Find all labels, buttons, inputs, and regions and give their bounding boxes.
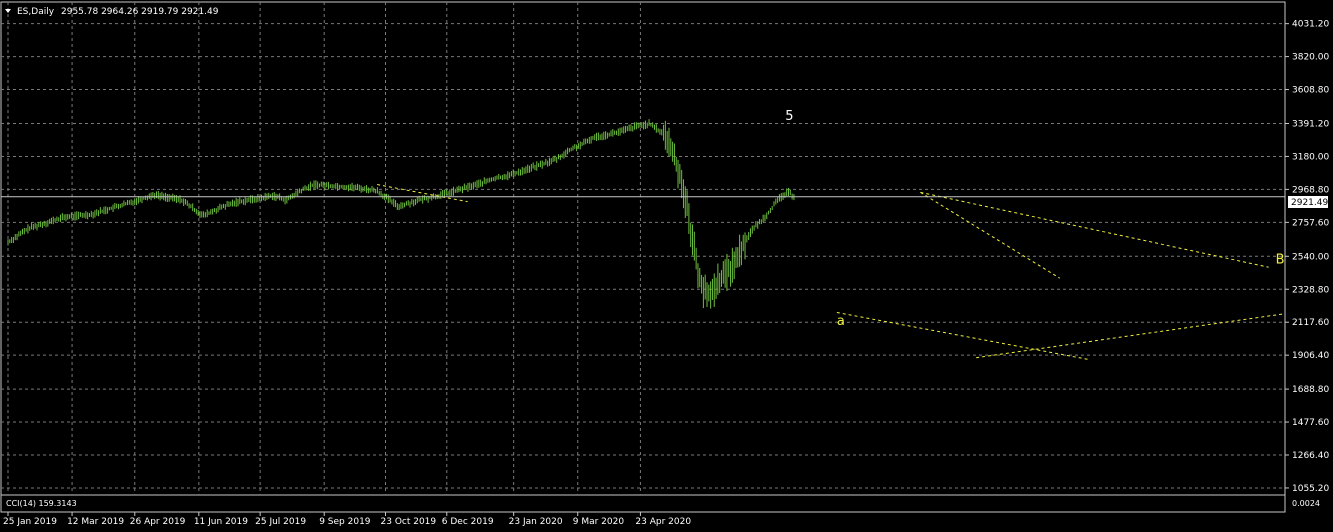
y-tick-label: 3608.80: [1292, 86, 1329, 96]
price-tag-text: 2921.49: [1291, 198, 1328, 208]
y-tick-label: 1688.80: [1292, 385, 1329, 395]
x-tick-label: 9 Mar 2020: [573, 517, 625, 527]
ohlc-values: 2955.78 2964.26 2919.79 2921.49: [61, 7, 219, 17]
price-axis: 4031.20 3820.00 3608.80 3391.20 3180.00 2968.…: [1285, 20, 1329, 494]
cci-scale-label: 0.0024: [1292, 499, 1320, 508]
symbol-label: ES,Daily: [17, 7, 55, 17]
y-tick-label: 1055.20: [1292, 484, 1329, 494]
x-tick-label: 25 Jan 2019: [3, 517, 57, 527]
y-tick-label: 4031.20: [1292, 20, 1329, 30]
current-price-tag: 2921.49: [1288, 196, 1328, 208]
y-tick-label: 1906.40: [1292, 351, 1329, 361]
y-tick-label: 1266.40: [1292, 451, 1329, 461]
price-chart[interactable]: 5aBc 4031.203820.003608.803391.203180.00…: [0, 0, 1333, 532]
y-tick-label: 3391.20: [1292, 120, 1329, 130]
x-tick-label: 23 Apr 2020: [635, 517, 691, 527]
wave-label-a: a: [837, 314, 845, 329]
x-tick-label: 11 Jun 2019: [194, 517, 248, 527]
y-tick-label: 2968.80: [1292, 185, 1329, 195]
x-tick-label: 23 Jan 2020: [509, 517, 563, 527]
x-tick-label: 6 Dec 2019: [442, 517, 494, 527]
y-tick-label: 1477.60: [1292, 418, 1329, 428]
y-tick-label: 2757.60: [1292, 218, 1329, 228]
x-tick-label: 23 Oct 2019: [381, 517, 437, 527]
x-tick-label: 12 Mar 2019: [67, 517, 124, 527]
y-tick-label: 3180.00: [1292, 152, 1329, 162]
wave-label-b: B: [1276, 252, 1285, 267]
plot-area[interactable]: [0, 1, 1286, 496]
time-axis: 25 Jan 2019 12 Mar 2019 26 Apr 2019 11 Jun …: [3, 512, 691, 527]
x-tick-label: 9 Sep 2019: [319, 517, 371, 527]
cci-label: CCI(14) 159.3143: [6, 499, 77, 508]
y-tick-label: 2540.00: [1292, 252, 1329, 262]
indicator-subwindow[interactable]: [0, 494, 1286, 513]
x-tick-label: 26 Apr 2019: [130, 517, 186, 527]
y-tick-label: 2328.80: [1292, 285, 1329, 295]
x-tick-label: 25 Jul 2019: [255, 517, 306, 527]
y-tick-label: 2117.60: [1292, 318, 1329, 328]
chart-header: ES,Daily 2955.78 2964.26 2919.79 2921.49: [5, 7, 219, 17]
wave-label-5: 5: [785, 109, 793, 124]
y-tick-label: 3820.00: [1292, 53, 1329, 63]
